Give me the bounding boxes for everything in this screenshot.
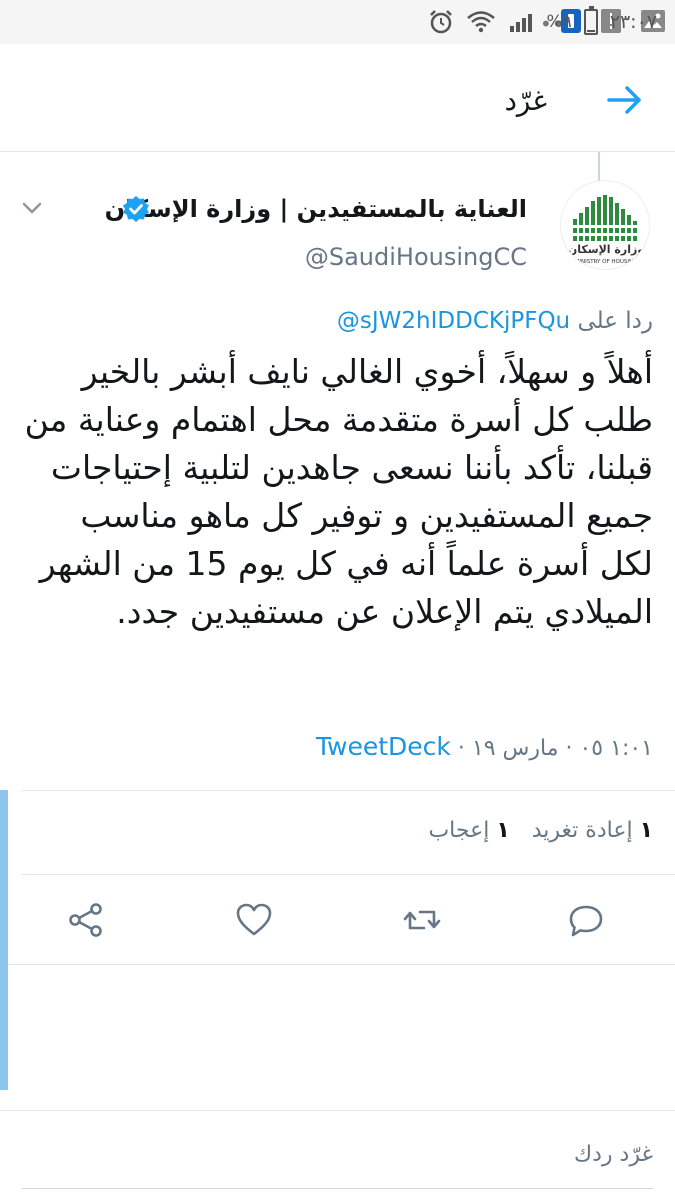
author-handle[interactable]: @SaudiHousingCC bbox=[305, 243, 527, 271]
top-bar: غرّد bbox=[0, 44, 675, 152]
reply-context: ردا على @sJW2hIDDCKjPFQu bbox=[337, 308, 653, 334]
likes-label: إعجاب bbox=[428, 818, 490, 843]
likes-stat[interactable]: ١ إعجاب bbox=[428, 818, 509, 843]
reply-mention-link[interactable]: @sJW2hIDDCKjPFQu bbox=[337, 308, 570, 334]
share-icon[interactable] bbox=[66, 900, 106, 940]
alarm-icon bbox=[430, 10, 453, 34]
battery-icon bbox=[583, 6, 598, 35]
divider bbox=[22, 790, 675, 791]
page-title: غرّد bbox=[504, 84, 547, 117]
avatar[interactable]: وزارة الإسكان MINISTRY OF HOUSING bbox=[560, 180, 650, 270]
ministry-logo: وزارة الإسكان MINISTRY OF HOUSING bbox=[568, 195, 644, 265]
tweet-timestamp: ١:٠١ ٠٥ · مارس ١٩ · bbox=[457, 736, 653, 761]
signal-icon bbox=[510, 14, 533, 32]
compose-divider bbox=[0, 1110, 675, 1111]
verified-badge-icon bbox=[123, 196, 149, 222]
author-display-name[interactable]: العناية بالمستفيدين | وزارة الإسكان bbox=[105, 195, 527, 223]
reply-icon[interactable] bbox=[566, 900, 606, 940]
retweets-label: إعادة تغريد bbox=[531, 818, 633, 843]
retweet-icon[interactable] bbox=[402, 900, 442, 940]
battery-percent: %٩ bbox=[546, 12, 572, 32]
tweet-meta: ١:٠١ ٠٥ · مارس ١٩ · TweetDeck bbox=[316, 732, 653, 761]
likes-count: ١ bbox=[496, 818, 510, 843]
compose-underline bbox=[22, 1188, 653, 1189]
logo-text: وزارة الإسكان bbox=[568, 243, 644, 256]
retweets-count: ١ bbox=[639, 818, 653, 843]
tweet-source-link[interactable]: TweetDeck bbox=[316, 732, 451, 761]
reply-compose-input[interactable]: غرّد ردك bbox=[574, 1142, 653, 1167]
chevron-down-icon[interactable] bbox=[20, 196, 44, 220]
battery-fill bbox=[586, 30, 595, 32]
tweet-action-bar bbox=[0, 876, 675, 964]
status-indicators: %٩ ٢٣:٠٧ bbox=[428, 0, 657, 44]
divider bbox=[0, 964, 675, 965]
status-bar: ••• %٩ ٢٣:٠٧ bbox=[0, 0, 675, 44]
divider bbox=[22, 874, 675, 875]
like-icon[interactable] bbox=[234, 900, 274, 940]
thread-highlight-bar bbox=[0, 790, 8, 1090]
arrow-right-icon[interactable] bbox=[605, 80, 645, 120]
tweet-stats: ١ إعادة تغريد١ إعجاب bbox=[428, 818, 653, 843]
tweet-text: أهلاً و سهلاً، أخوي الغالي نايف أبشر بال… bbox=[24, 352, 653, 631]
clock: ٢٣:٠٧ bbox=[609, 11, 657, 33]
logo-subtext: MINISTRY OF HOUSING bbox=[575, 259, 638, 265]
reply-prefix: ردا على bbox=[577, 308, 653, 334]
thread-connector bbox=[598, 152, 600, 182]
wifi-icon bbox=[467, 11, 496, 33]
retweets-stat[interactable]: ١ إعادة تغريد bbox=[532, 818, 653, 843]
